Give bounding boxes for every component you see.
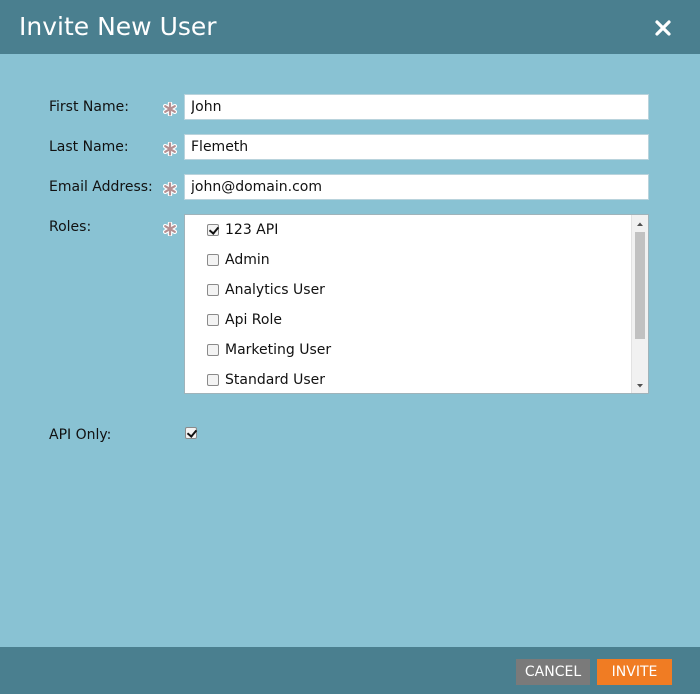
role-checkbox[interactable] xyxy=(207,284,219,296)
role-label: Admin xyxy=(225,252,270,268)
role-item-123-api[interactable]: 123 API xyxy=(207,220,278,240)
role-label: Standard User xyxy=(225,372,326,388)
dialog-header: Invite New User xyxy=(0,0,700,54)
asterisk-icon xyxy=(163,182,177,196)
role-item-admin[interactable]: Admin xyxy=(207,250,270,270)
scroll-thumb[interactable] xyxy=(635,232,645,339)
email-field[interactable] xyxy=(184,174,649,200)
role-item-api-role[interactable]: Api Role xyxy=(207,310,282,330)
dialog-title: Invite New User xyxy=(19,12,217,41)
api-only-label: API Only: xyxy=(49,427,112,443)
api-only-checkbox[interactable] xyxy=(185,427,197,439)
role-checkbox[interactable] xyxy=(207,314,219,326)
role-item-standard-user[interactable]: Standard User xyxy=(207,370,325,390)
asterisk-icon xyxy=(163,142,177,156)
role-item-analytics-user[interactable]: Analytics User xyxy=(207,280,325,300)
close-icon[interactable] xyxy=(654,13,678,41)
last-name-label: Last Name: xyxy=(49,139,129,155)
scroll-down-arrow-icon[interactable] xyxy=(632,379,648,391)
roles-scrollbar[interactable] xyxy=(631,215,648,393)
email-label: Email Address: xyxy=(49,179,153,195)
roles-list[interactable]: 123 API Admin Analytics User Api Role Ma… xyxy=(184,214,649,394)
role-item-marketing-user[interactable]: Marketing User xyxy=(207,340,331,360)
invite-button[interactable]: INVITE xyxy=(597,659,672,685)
role-label: Api Role xyxy=(225,312,282,328)
roles-label: Roles: xyxy=(49,219,92,235)
first-name-field[interactable] xyxy=(184,94,649,120)
role-checkbox[interactable] xyxy=(207,254,219,266)
role-label: Marketing User xyxy=(225,342,332,358)
role-checkbox[interactable] xyxy=(207,374,219,386)
first-name-label: First Name: xyxy=(49,99,129,115)
role-checkbox[interactable] xyxy=(207,224,219,236)
role-label: 123 API xyxy=(225,222,279,238)
last-name-field[interactable] xyxy=(184,134,649,160)
dialog-footer: CANCEL INVITE xyxy=(0,647,700,694)
role-checkbox[interactable] xyxy=(207,344,219,356)
invite-user-dialog: Invite New User First Name: Last Name: E… xyxy=(0,0,700,694)
role-label: Analytics User xyxy=(225,282,325,298)
asterisk-icon xyxy=(163,222,177,236)
scroll-up-arrow-icon[interactable] xyxy=(632,217,648,229)
asterisk-icon xyxy=(163,102,177,116)
cancel-button[interactable]: CANCEL xyxy=(516,659,590,685)
